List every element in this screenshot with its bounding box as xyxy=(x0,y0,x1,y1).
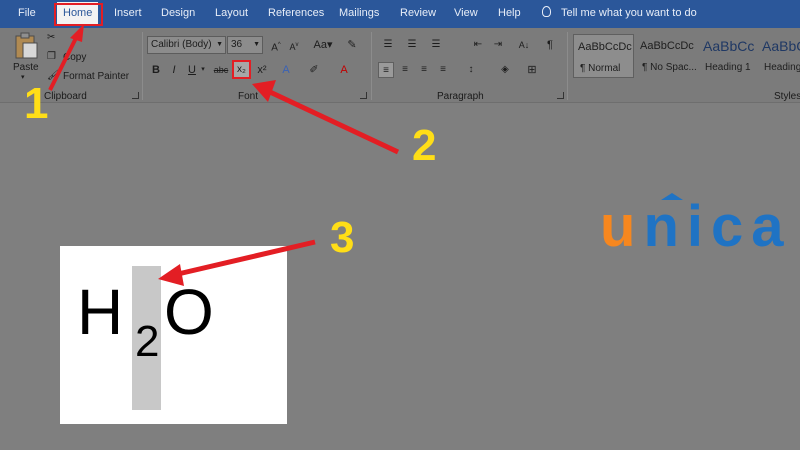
step-number-2: 2 xyxy=(412,121,437,170)
annotation-arrows xyxy=(48,24,400,286)
arrow-2 xyxy=(268,89,400,155)
arrow-1-head xyxy=(70,24,84,42)
step-number-1: 1 xyxy=(24,79,49,128)
step-number-3: 3 xyxy=(330,213,355,262)
arrow-3 xyxy=(177,239,316,277)
arrow-1 xyxy=(48,37,78,91)
arrow-3-head xyxy=(158,264,184,286)
